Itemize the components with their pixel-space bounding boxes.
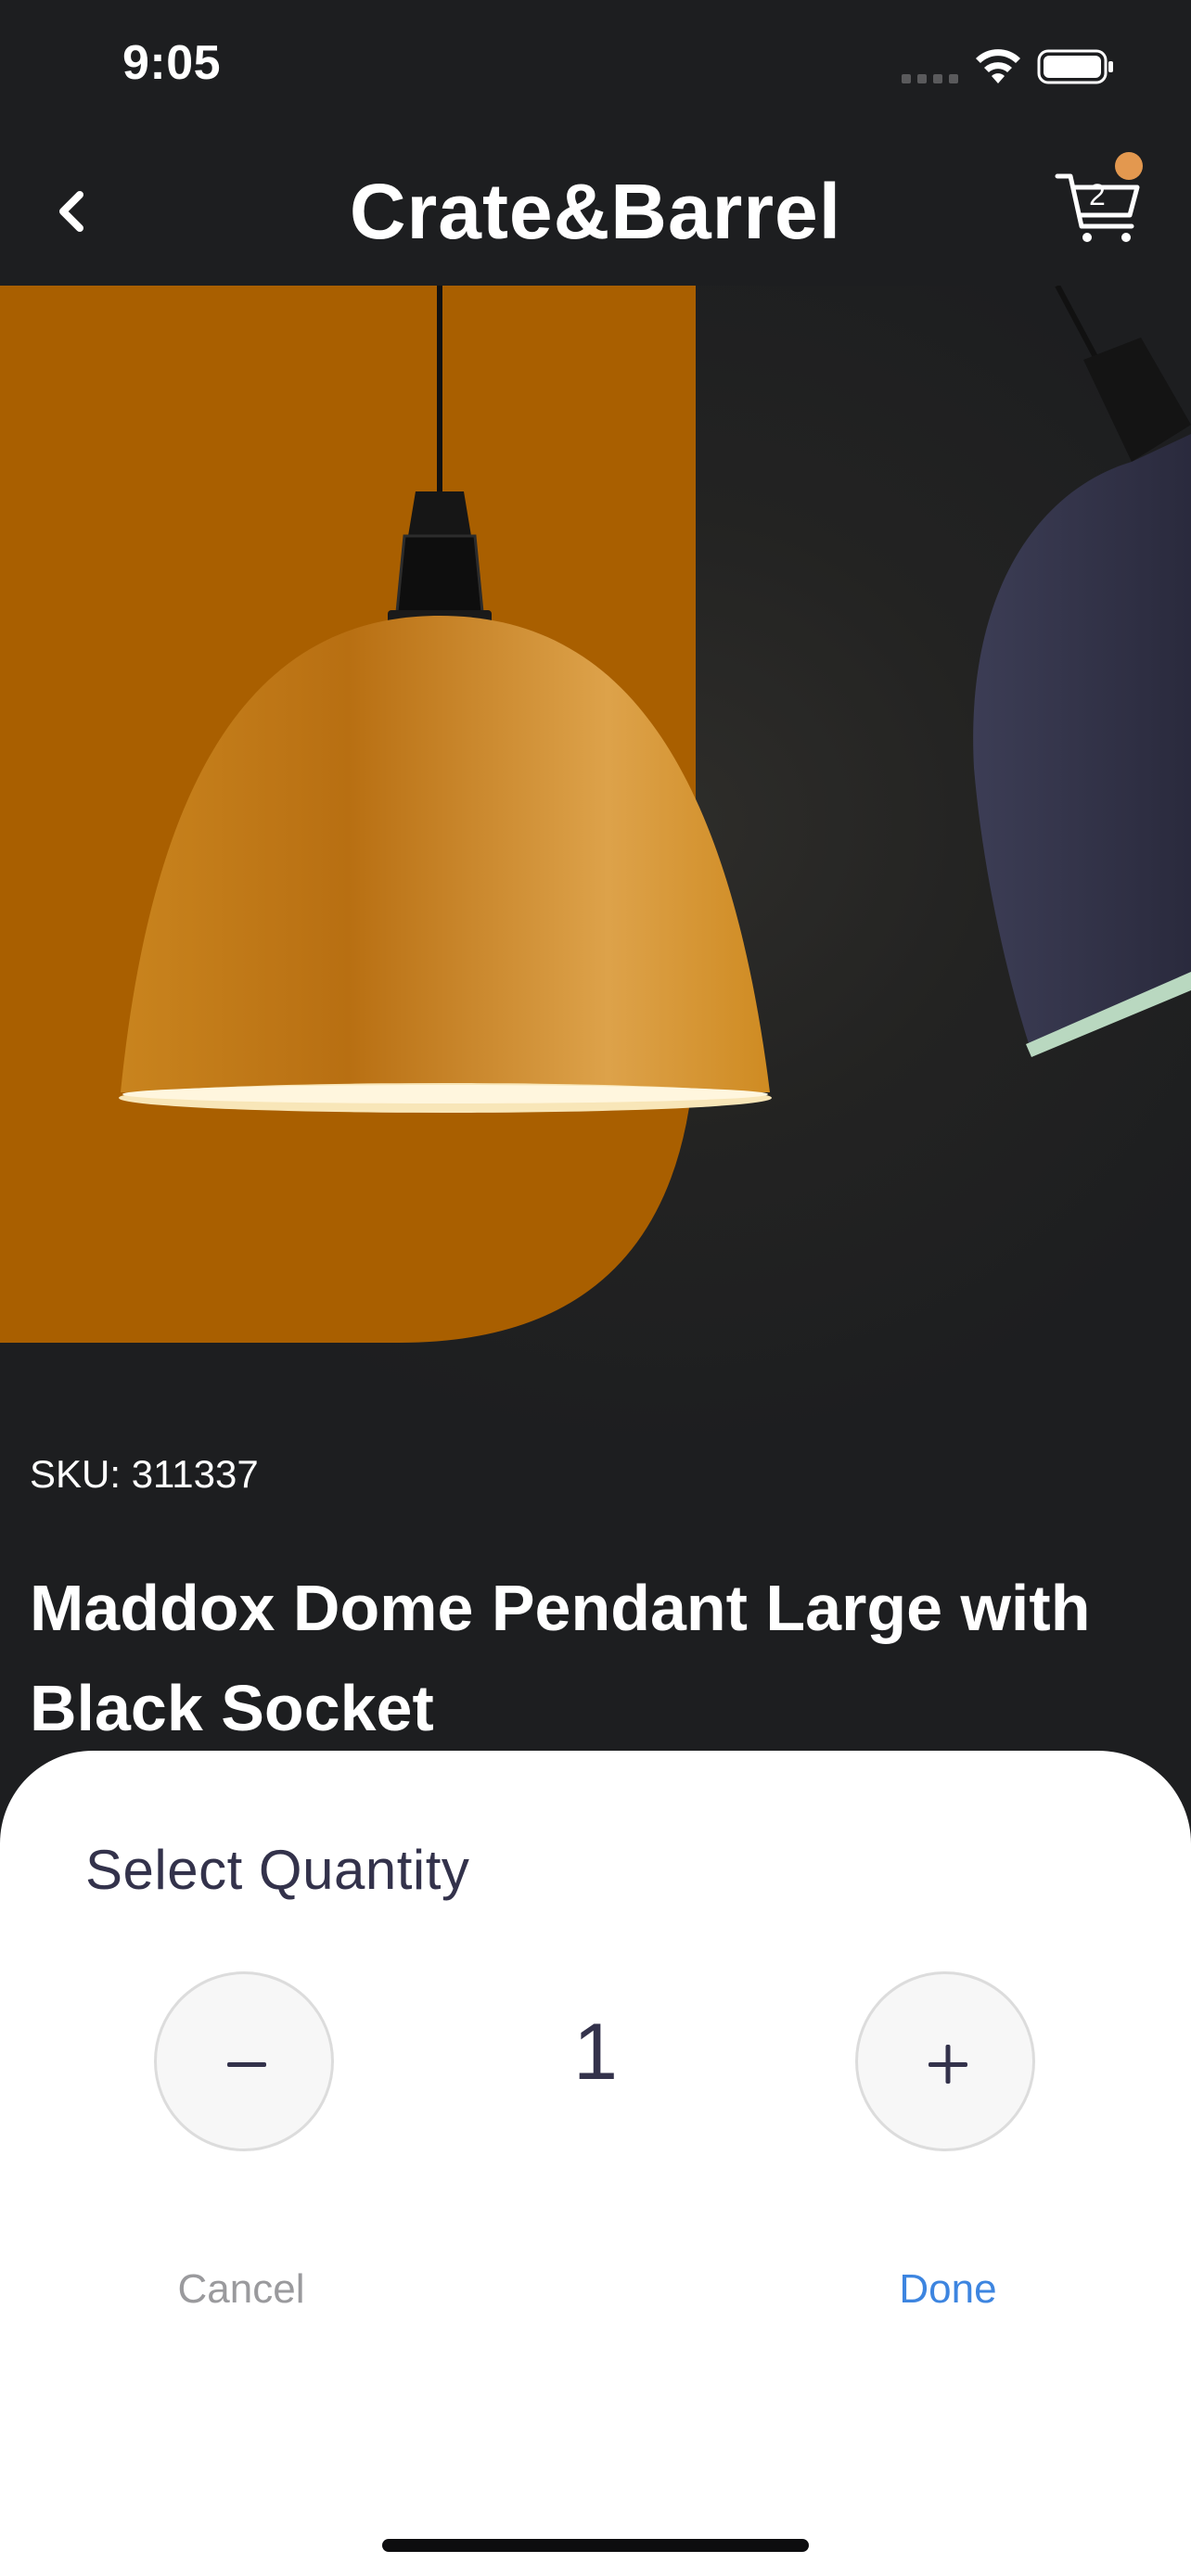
- pendant-lamp-illustration: [0, 286, 1191, 1343]
- plus-icon: [928, 2045, 967, 2084]
- product-sku: SKU: 311337: [30, 1452, 259, 1496]
- alt-lamp-dome: [973, 434, 1191, 1046]
- increment-button[interactable]: [855, 1971, 1035, 2151]
- product-title: Maddox Dome Pendant Large with Black Soc…: [30, 1572, 1091, 1744]
- quantity-value: 1: [573, 2008, 618, 2097]
- wifi-icon: [976, 49, 1020, 83]
- cart-count: 2: [1089, 178, 1106, 211]
- status-time: 9:05: [122, 36, 222, 90]
- sheet-title: Select Quantity: [85, 1839, 470, 1901]
- status-bar: 9:05: [0, 0, 1191, 139]
- done-button[interactable]: Done: [855, 2266, 1041, 2313]
- navigation-bar: Crate&Barrel 2: [0, 139, 1191, 286]
- quantity-sheet: Select Quantity 1 Cancel Done: [0, 1751, 1191, 2576]
- product-image[interactable]: [0, 286, 1191, 1454]
- home-indicator[interactable]: [382, 2539, 809, 2552]
- decrement-button[interactable]: [154, 1971, 334, 2151]
- cellular-signal-icon: [902, 74, 958, 83]
- product-screen: 9:05 Crate&Barrel 2 SKU: 311337 Maddox D…: [0, 0, 1191, 2576]
- battery-icon: [1037, 49, 1113, 84]
- cart-badge-dot: [1115, 152, 1143, 180]
- cart-button[interactable]: 2: [1054, 152, 1146, 245]
- cancel-button[interactable]: Cancel: [148, 2266, 334, 2313]
- brand-title: Crate&Barrel: [349, 168, 842, 255]
- minus-icon: [227, 2062, 266, 2067]
